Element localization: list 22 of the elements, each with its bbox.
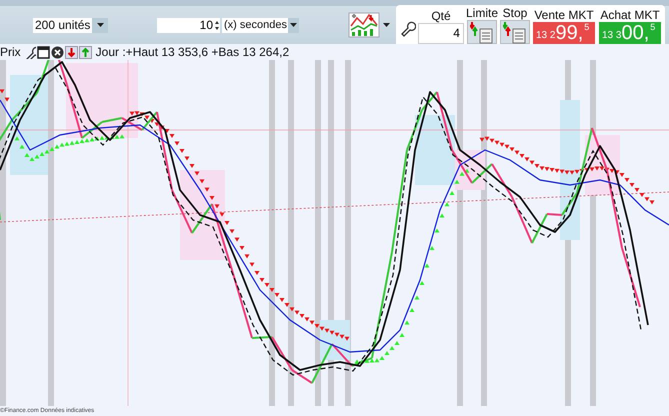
limit-order-button[interactable]: [466, 20, 497, 44]
order-document-icon: [470, 20, 494, 44]
order-type-label: Limite: [466, 6, 498, 20]
interval-field[interactable]: 10: [157, 18, 220, 32]
order-type-label: Stop: [502, 6, 528, 20]
price-label: Prix: [0, 45, 21, 59]
arrow-down-icon[interactable]: [64, 46, 78, 58]
close-icon[interactable]: [50, 46, 64, 58]
arrow-up-icon[interactable]: [78, 46, 92, 58]
indicator-chart-icon: [348, 12, 380, 38]
quote-label: Vente MKT: [534, 8, 594, 22]
window-icon[interactable]: [36, 46, 50, 58]
spinner-icon[interactable]: [214, 20, 220, 30]
quote-label: Achat MKT: [600, 8, 660, 22]
order-document-icon: [503, 20, 527, 44]
quantity-label: Qté: [430, 9, 452, 23]
stop-order-button[interactable]: [500, 20, 530, 44]
indicator-button[interactable]: [348, 12, 392, 38]
quantity-dropdown[interactable]: 200 unités: [33, 18, 108, 32]
interval-unit-dropdown[interactable]: (x) secondes: [222, 18, 298, 32]
day-high-low-text: Jour :+Haut 13 353,6 +Bas 13 264,2: [96, 45, 290, 59]
quantity-field[interactable]: 4: [418, 23, 464, 44]
